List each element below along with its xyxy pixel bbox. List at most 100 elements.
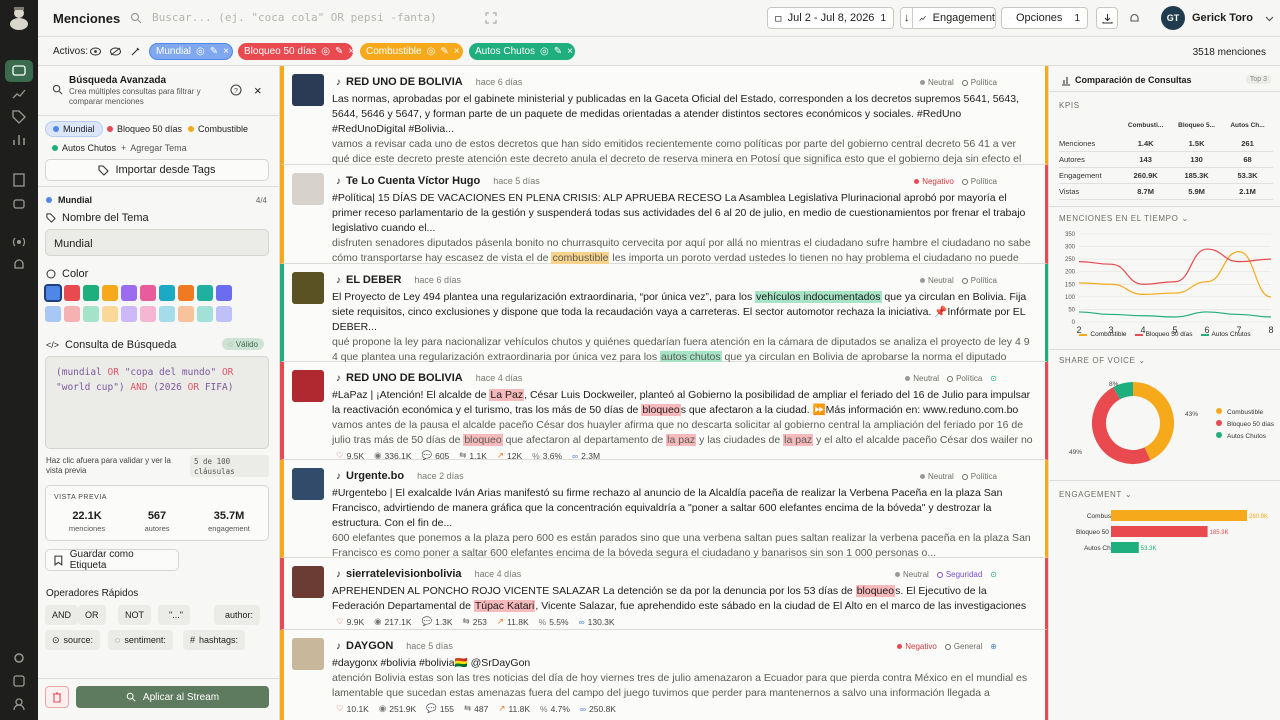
color-swatch[interactable] — [83, 285, 99, 301]
tag-icon[interactable] — [11, 109, 27, 125]
time-chart-title[interactable]: MENCIONES EN EL TIEMPO ⌄ — [1059, 214, 1189, 223]
chip-hide-icon[interactable]: ◎ — [321, 46, 330, 57]
tag-mundial[interactable]: Mundial — [45, 121, 103, 137]
color-swatch[interactable] — [197, 285, 213, 301]
source-name[interactable]: Te Lo Cuenta Víctor Hugo — [346, 175, 480, 187]
color-swatch[interactable] — [140, 306, 156, 322]
eye-icon[interactable] — [90, 47, 101, 56]
mention-card[interactable]: ♪ RED UNO DE BOLIVIA hace 4 días Neutral Pol… — [280, 362, 1048, 461]
filter-chip-combustible[interactable]: Combustible ◎ ✎ × — [360, 43, 463, 60]
engagement-title[interactable]: ENGAGEMENT ⌄ — [1059, 490, 1132, 499]
help-icon[interactable] — [11, 673, 27, 689]
color-swatch[interactable] — [197, 306, 213, 322]
add-topic-button[interactable]: + Agregar Tema — [114, 140, 194, 156]
chat-icon[interactable] — [11, 63, 27, 79]
mention-card[interactable]: ♪ Te Lo Cuenta Víctor Hugo hace 5 días Nega… — [280, 165, 1048, 279]
operator-4[interactable]: author: — [214, 605, 261, 625]
filter-chip-bloqueo[interactable]: Bloqueo 50 días ◎ ✎ × — [238, 43, 354, 60]
chip-close-icon[interactable]: × — [567, 46, 573, 57]
bell-icon[interactable] — [11, 257, 27, 273]
filter-chip-autos-chutos[interactable]: Autos Chutos ◎ ✎ × — [469, 43, 575, 60]
user-name[interactable]: Gerick Toro — [1192, 12, 1253, 24]
source-name[interactable]: RED UNO DE BOLIVIA — [346, 76, 463, 88]
color-swatch[interactable] — [45, 306, 61, 322]
chip-close-icon[interactable]: × — [223, 46, 229, 57]
color-swatch[interactable] — [121, 285, 137, 301]
notifications-icon[interactable] — [1129, 13, 1140, 24]
mention-card[interactable]: ♪ RED UNO DE BOLIVIA hace 6 días Neutral Pol… — [280, 66, 1048, 180]
tag-autos-chutos[interactable]: Autos Chutos — [45, 140, 123, 156]
tag-bloqueo[interactable]: Bloqueo 50 días — [100, 121, 189, 137]
bar-chart-icon[interactable] — [11, 132, 27, 148]
color-swatch[interactable] — [44, 284, 62, 302]
expand-icon[interactable] — [485, 12, 497, 24]
mention-card[interactable]: ♪ Urgente.bo hace 2 días Neutral Política #Ur… — [280, 460, 1048, 574]
chip-hide-icon[interactable]: ◎ — [540, 46, 549, 57]
color-swatch[interactable] — [140, 285, 156, 301]
source-name[interactable]: EL DEBER — [346, 274, 401, 286]
account-icon[interactable] — [11, 696, 27, 712]
color-swatch[interactable] — [121, 306, 137, 322]
chip-close-icon[interactable]: × — [348, 46, 354, 57]
brush-icon[interactable] — [130, 46, 141, 57]
source-name[interactable]: sierratelevisionbolivia — [346, 568, 462, 580]
color-swatch[interactable] — [178, 306, 194, 322]
color-swatch[interactable] — [64, 285, 80, 301]
color-swatch[interactable] — [102, 285, 118, 301]
operator-5[interactable]: ⊙ source: — [45, 630, 101, 650]
operator-3[interactable]: "..." — [158, 605, 190, 625]
source-name[interactable]: DAYGON — [346, 640, 393, 652]
color-swatch[interactable] — [159, 306, 175, 322]
color-swatch[interactable] — [216, 285, 232, 301]
options-button[interactable]: Opciones 1 — [1001, 7, 1088, 29]
sort-direction-icon[interactable]: ↓ — [901, 8, 914, 28]
chip-edit-icon[interactable]: ✎ — [440, 46, 448, 57]
search-input[interactable]: Buscar... (ej. "coca cola" OR pepsi -fan… — [152, 11, 437, 24]
color-swatch[interactable] — [178, 285, 194, 301]
help-icon[interactable]: ? — [230, 84, 242, 96]
filter-chip-mundial[interactable]: Mundial ◎ ✎ × — [149, 43, 233, 60]
chip-close-icon[interactable]: × — [454, 46, 460, 57]
operator-1[interactable]: OR — [78, 605, 106, 625]
broadcast-icon[interactable] — [11, 234, 27, 250]
chip-edit-icon[interactable]: ✎ — [554, 46, 562, 57]
operator-2[interactable]: NOT — [118, 605, 151, 625]
mention-card[interactable]: ♪ EL DEBER hace 6 días Neutral Política El Pr… — [280, 264, 1048, 378]
operator-6[interactable]: ◌ sentiment: — [108, 630, 173, 650]
apply-stream-button[interactable]: Aplicar al Stream — [76, 686, 269, 708]
download-button[interactable] — [1096, 7, 1118, 29]
report-icon[interactable] — [11, 172, 27, 188]
query-editor[interactable]: (mundial OR "copa del mundo" OR "world c… — [45, 356, 269, 449]
tag-combustible[interactable]: Combustible — [181, 121, 255, 137]
chevron-down-icon[interactable] — [1265, 14, 1274, 23]
trend-icon[interactable] — [11, 86, 27, 102]
chip-edit-icon[interactable]: ✎ — [335, 46, 343, 57]
source-name[interactable]: RED UNO DE BOLIVIA — [346, 372, 463, 384]
source-name[interactable]: Urgente.bo — [346, 470, 404, 482]
delete-button[interactable] — [45, 686, 69, 708]
operator-0[interactable]: AND — [45, 605, 79, 625]
color-swatch[interactable] — [216, 306, 232, 322]
sort-button[interactable]: ↓ Engagement — [900, 7, 996, 29]
sov-title[interactable]: SHARE OF VOICE ⌄ — [1059, 356, 1146, 365]
color-swatch[interactable] — [102, 306, 118, 322]
settings-icon[interactable] — [11, 650, 27, 666]
theme-name-input[interactable]: Mundial — [45, 229, 269, 256]
close-icon[interactable]: × — [254, 83, 262, 98]
stat-engagement-rate: % 5.5% — [539, 616, 569, 627]
eye-off-icon[interactable] — [110, 47, 121, 56]
save-tag-button[interactable]: Guardar como Etiqueta — [45, 549, 179, 571]
mention-card[interactable]: ♪ sierratelevisionbolivia hace 4 días Neutr… — [280, 558, 1048, 630]
mention-card[interactable]: ♪ DAYGON hace 5 días Negativo General ⊕ #daygo… — [280, 630, 1048, 720]
chip-hide-icon[interactable]: ◎ — [196, 46, 205, 57]
operator-7[interactable]: # hashtags: — [183, 630, 246, 650]
date-range-button[interactable]: Jul 2 - Jul 8, 2026 1 — [767, 7, 894, 29]
import-tags-button[interactable]: Importar desde Tags — [45, 159, 269, 181]
color-swatch[interactable] — [64, 306, 80, 322]
user-avatar[interactable]: GT — [1161, 6, 1185, 30]
chip-hide-icon[interactable]: ◎ — [427, 46, 436, 57]
color-swatch[interactable] — [159, 285, 175, 301]
chip-edit-icon[interactable]: ✎ — [210, 46, 218, 57]
bot-icon[interactable] — [11, 195, 27, 211]
color-swatch[interactable] — [83, 306, 99, 322]
